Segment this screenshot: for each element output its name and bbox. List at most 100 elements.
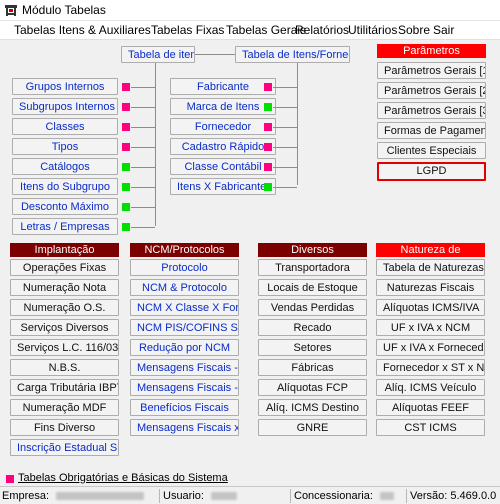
- tree-item-subgrupos-internos[interactable]: Subgrupos Internos: [12, 98, 118, 115]
- diversos-item-recado[interactable]: Recado: [258, 319, 367, 336]
- ncm-protocolos-item-mensagens-fiscais-x-cfop[interactable]: Mensagens Fiscais x CFOP: [130, 419, 239, 436]
- status-divider: [290, 489, 291, 503]
- status-versao: Versão: 5.469.0.0: [410, 490, 497, 502]
- tree-item-catalogos[interactable]: Catálogos: [12, 158, 118, 175]
- tree-item-grupos-internos[interactable]: Grupos Internos: [12, 78, 118, 95]
- ncm-protocolos-item-ncm-x-classe-x-fornecedor[interactable]: NCM X Classe X Fornecedor: [130, 299, 239, 316]
- connector-line: [155, 62, 156, 226]
- legend-label: Tabelas Obrigatórias e Básicas do Sistem…: [18, 472, 228, 484]
- diversos-item-vendas-perdidas[interactable]: Vendas Perdidas: [258, 299, 367, 316]
- diversos-item-aliquotas-fcp[interactable]: Alíquotas FCP: [258, 379, 367, 396]
- natureza-de-operacao-item-cst-icms[interactable]: CST ICMS: [376, 419, 485, 436]
- status-marker: [264, 83, 272, 91]
- tree-item-cadastro-rapido[interactable]: Cadastro Rápido: [170, 138, 276, 155]
- ncm-protocolos-item-mensagens-fiscais-veiculos[interactable]: Mensagens Fiscais - Veículos: [130, 379, 239, 396]
- connector-line: [131, 187, 155, 188]
- natureza-de-operacao-item-naturezas-fiscais[interactable]: Naturezas Fiscais: [376, 279, 485, 296]
- status-concessionaria: Concessionaria:: [294, 490, 394, 502]
- connector-line: [131, 167, 155, 168]
- implantacao-item-n-b-s[interactable]: N.B.S.: [10, 359, 119, 376]
- ncm-protocolos-header: NCM/Protocolos: [130, 243, 239, 257]
- tree-item-itens-x-fabricantes[interactable]: Itens X Fabricantes: [170, 178, 276, 195]
- connector-line: [131, 147, 155, 148]
- natureza-de-operacao-item-uf-x-iva-x-ncm[interactable]: UF x IVA x NCM: [376, 319, 485, 336]
- implantacao-item-inscricao-estadual-subst[interactable]: Inscrição Estadual Subst.: [10, 439, 119, 456]
- natureza-de-operacao-header: Natureza de Operação: [376, 243, 485, 270]
- app-window-icon: [5, 5, 17, 16]
- tree-item-classe-contabil[interactable]: Classe Contábil: [170, 158, 276, 175]
- menu-sobre[interactable]: Sobre: [398, 23, 430, 37]
- diversos-item-locais-de-estoque[interactable]: Locais de Estoque: [258, 279, 367, 296]
- param-formas-de-pagamento-button[interactable]: Formas de Pagamento: [377, 122, 486, 139]
- status-marker: [264, 123, 272, 131]
- natureza-de-operacao-item-tabela-de-naturezas[interactable]: Tabela de Naturezas: [376, 259, 485, 276]
- natureza-de-operacao-item-aliquotas-icms-iva[interactable]: Alíquotas ICMS/IVA: [376, 299, 485, 316]
- menu-tabelas-fixas[interactable]: Tabelas Fixas: [151, 23, 224, 37]
- title-bar: Módulo Tabelas: [0, 0, 500, 21]
- natureza-de-operacao-item-uf-x-iva-x-fornecedor[interactable]: UF x IVA x Fornecedor: [376, 339, 485, 356]
- implantacao-item-numeracao-o-s[interactable]: Numeração O.S.: [10, 299, 119, 316]
- connector-line: [131, 227, 155, 228]
- implantacao-item-numeracao-mdf[interactable]: Numeração MDF: [10, 399, 119, 416]
- status-concessionaria-label: Concessionaria:: [294, 490, 373, 502]
- tree-item-marca-de-itens[interactable]: Marca de Itens: [170, 98, 276, 115]
- diversos-item-aliq-icms-destino[interactable]: Alíq. ICMS Destino: [258, 399, 367, 416]
- param-parametros-gerais-2-button[interactable]: Parâmetros Gerais [2]: [377, 82, 486, 99]
- diversos-item-gnre[interactable]: GNRE: [258, 419, 367, 436]
- redacted-usuario: [211, 492, 238, 501]
- diversos-item-fabricas[interactable]: Fábricas: [258, 359, 367, 376]
- ncm-protocolos-item-mensagens-fiscais-cadastro[interactable]: Mensagens Fiscais - Cadastro: [130, 359, 239, 376]
- connector-line: [273, 127, 297, 128]
- status-marker: [122, 123, 130, 131]
- ncm-protocolos-item-beneficios-fiscais[interactable]: Benefícios Fiscais: [130, 399, 239, 416]
- natureza-de-operacao-item-fornecedor-x-st-x-ncm[interactable]: Fornecedor x ST x NCM: [376, 359, 485, 376]
- menu-relatorios[interactable]: Relatórios: [295, 23, 349, 37]
- tree-item-fabricante[interactable]: Fabricante: [170, 78, 276, 95]
- parametros-header: Parâmetros: [377, 44, 486, 58]
- param-parametros-gerais-1-button[interactable]: Parâmetros Gerais [1]: [377, 62, 486, 79]
- natureza-de-operacao-item-aliquotas-feef[interactable]: Alíquotas FEEF: [376, 399, 485, 416]
- implantacao-item-servicos-diversos[interactable]: Serviços Diversos: [10, 319, 119, 336]
- connector-line: [131, 127, 155, 128]
- ncm-protocolos-item-ncm-protocolo[interactable]: NCM & Protocolo: [130, 279, 239, 296]
- status-marker: [122, 83, 130, 91]
- diversos-item-transportadora[interactable]: Transportadora: [258, 259, 367, 276]
- menu-utilitarios[interactable]: Utilitários: [348, 23, 397, 37]
- natureza-de-operacao-item-aliq-icms-veiculo[interactable]: Alíq. ICMS Veículo: [376, 379, 485, 396]
- tabela-de-itens-button[interactable]: Tabela de itens: [121, 46, 195, 63]
- status-divider: [406, 489, 407, 503]
- menu-tabelas-itens[interactable]: Tabelas Itens & Auxiliares: [14, 23, 151, 37]
- connector-line: [273, 87, 297, 88]
- implantacao-item-numeracao-nota[interactable]: Numeração Nota: [10, 279, 119, 296]
- connector-line: [273, 147, 297, 148]
- connector-line: [297, 62, 298, 185]
- implantacao-item-operacoes-fixas[interactable]: Operações Fixas: [10, 259, 119, 276]
- ncm-protocolos-item-ncm-pis-cofins-st[interactable]: NCM PIS/COFINS ST: [130, 319, 239, 336]
- tabela-itens-fornecedor-button[interactable]: Tabela de Itens/Fornecedor: [235, 46, 350, 63]
- connector-line: [131, 207, 155, 208]
- implantacao-item-fins-diverso[interactable]: Fins Diverso: [10, 419, 119, 436]
- implantacao-item-carga-tributaria-ibpt[interactable]: Carga Tributária IBPT: [10, 379, 119, 396]
- connector-line: [273, 187, 297, 188]
- menu-sair[interactable]: Sair: [433, 23, 454, 37]
- param-clientes-especiais-button[interactable]: Clientes Especiais: [377, 142, 486, 159]
- implantacao-item-servicos-l-c-116-03[interactable]: Serviços L.C. 116/03: [10, 339, 119, 356]
- connector-line: [195, 54, 235, 55]
- ncm-protocolos-item-protocolo[interactable]: Protocolo: [130, 259, 239, 276]
- diversos-item-setores[interactable]: Setores: [258, 339, 367, 356]
- tree-item-tipos[interactable]: Tipos: [12, 138, 118, 155]
- tree-item-letras-empresas[interactable]: Letras / Empresas: [12, 218, 118, 235]
- tree-item-classes[interactable]: Classes: [12, 118, 118, 135]
- status-marker: [122, 143, 130, 151]
- main-window: Módulo Tabelas Tabelas Itens & Auxiliare…: [0, 0, 500, 504]
- status-empresa-label: Empresa:: [2, 490, 50, 502]
- param-parametros-gerais-3-button[interactable]: Parâmetros Gerais [3]: [377, 102, 486, 119]
- status-marker: [122, 203, 130, 211]
- connector-line: [273, 167, 297, 168]
- tree-item-fornecedor[interactable]: Fornecedor: [170, 118, 276, 135]
- status-marker: [122, 223, 130, 231]
- tree-item-itens-do-subgrupo[interactable]: Itens do Subgrupo: [12, 178, 118, 195]
- tree-item-desconto-maximo[interactable]: Desconto Máximo: [12, 198, 118, 215]
- param-lgpd-button[interactable]: LGPD: [377, 162, 486, 181]
- ncm-protocolos-item-reducao-por-ncm[interactable]: Redução por NCM: [130, 339, 239, 356]
